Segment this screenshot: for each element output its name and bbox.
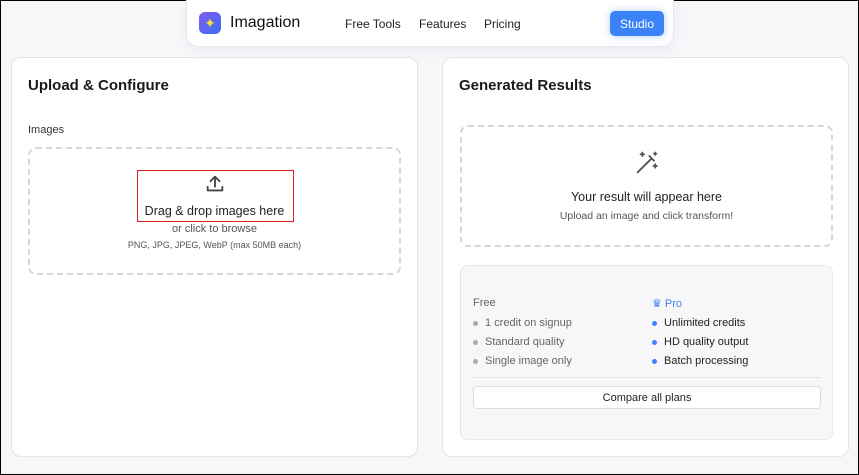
upload-card: Upload & Configure Images Drag & drop im… <box>11 57 418 457</box>
drop-text: Drag & drop images here <box>144 204 285 218</box>
upload-icon <box>30 173 399 200</box>
pro-plan-label: ♛ Pro <box>652 298 683 310</box>
results-title: Generated Results <box>459 77 592 94</box>
pro-feature: Unlimited credits <box>652 317 745 329</box>
logo-sparkle-icon[interactable]: ✦ <box>199 12 221 34</box>
free-plan-label: Free <box>473 297 496 309</box>
free-feature: 1 credit on signup <box>473 317 572 329</box>
images-label: Images <box>28 124 65 136</box>
placeholder-subtitle: Upload an image and click transform! <box>559 210 734 222</box>
studio-button[interactable]: Studio <box>610 11 664 36</box>
magic-wand-icon <box>462 149 831 182</box>
crown-icon: ♛ <box>652 298 665 310</box>
placeholder-title: Your result will appear here <box>570 190 722 204</box>
divider <box>473 377 821 378</box>
nav-features[interactable]: Features <box>419 17 466 31</box>
pro-feature: HD quality output <box>652 336 748 348</box>
formats-text: PNG, JPG, JPEG, WebP (max 50MB each) <box>127 240 302 250</box>
nav-free-tools[interactable]: Free Tools <box>345 17 401 31</box>
results-card: Generated Results Your result will appea… <box>442 57 849 457</box>
image-dropzone[interactable]: Drag & drop images here or click to brow… <box>28 147 401 275</box>
top-nav: ✦ Imagation Free Tools Features Pricing … <box>186 0 674 47</box>
upload-title: Upload & Configure <box>28 77 169 94</box>
nav-pricing[interactable]: Pricing <box>484 17 521 31</box>
free-feature: Standard quality <box>473 336 565 348</box>
browse-text[interactable]: or click to browse <box>30 223 399 235</box>
compare-plans-button[interactable]: Compare all plans <box>473 386 821 409</box>
plans-comparison: Free 1 credit on signup Standard quality… <box>460 265 833 440</box>
free-feature: Single image only <box>473 355 572 367</box>
brand-name[interactable]: Imagation <box>230 14 300 32</box>
result-placeholder: Your result will appear here Upload an i… <box>460 125 833 247</box>
pro-feature: Batch processing <box>652 355 748 367</box>
